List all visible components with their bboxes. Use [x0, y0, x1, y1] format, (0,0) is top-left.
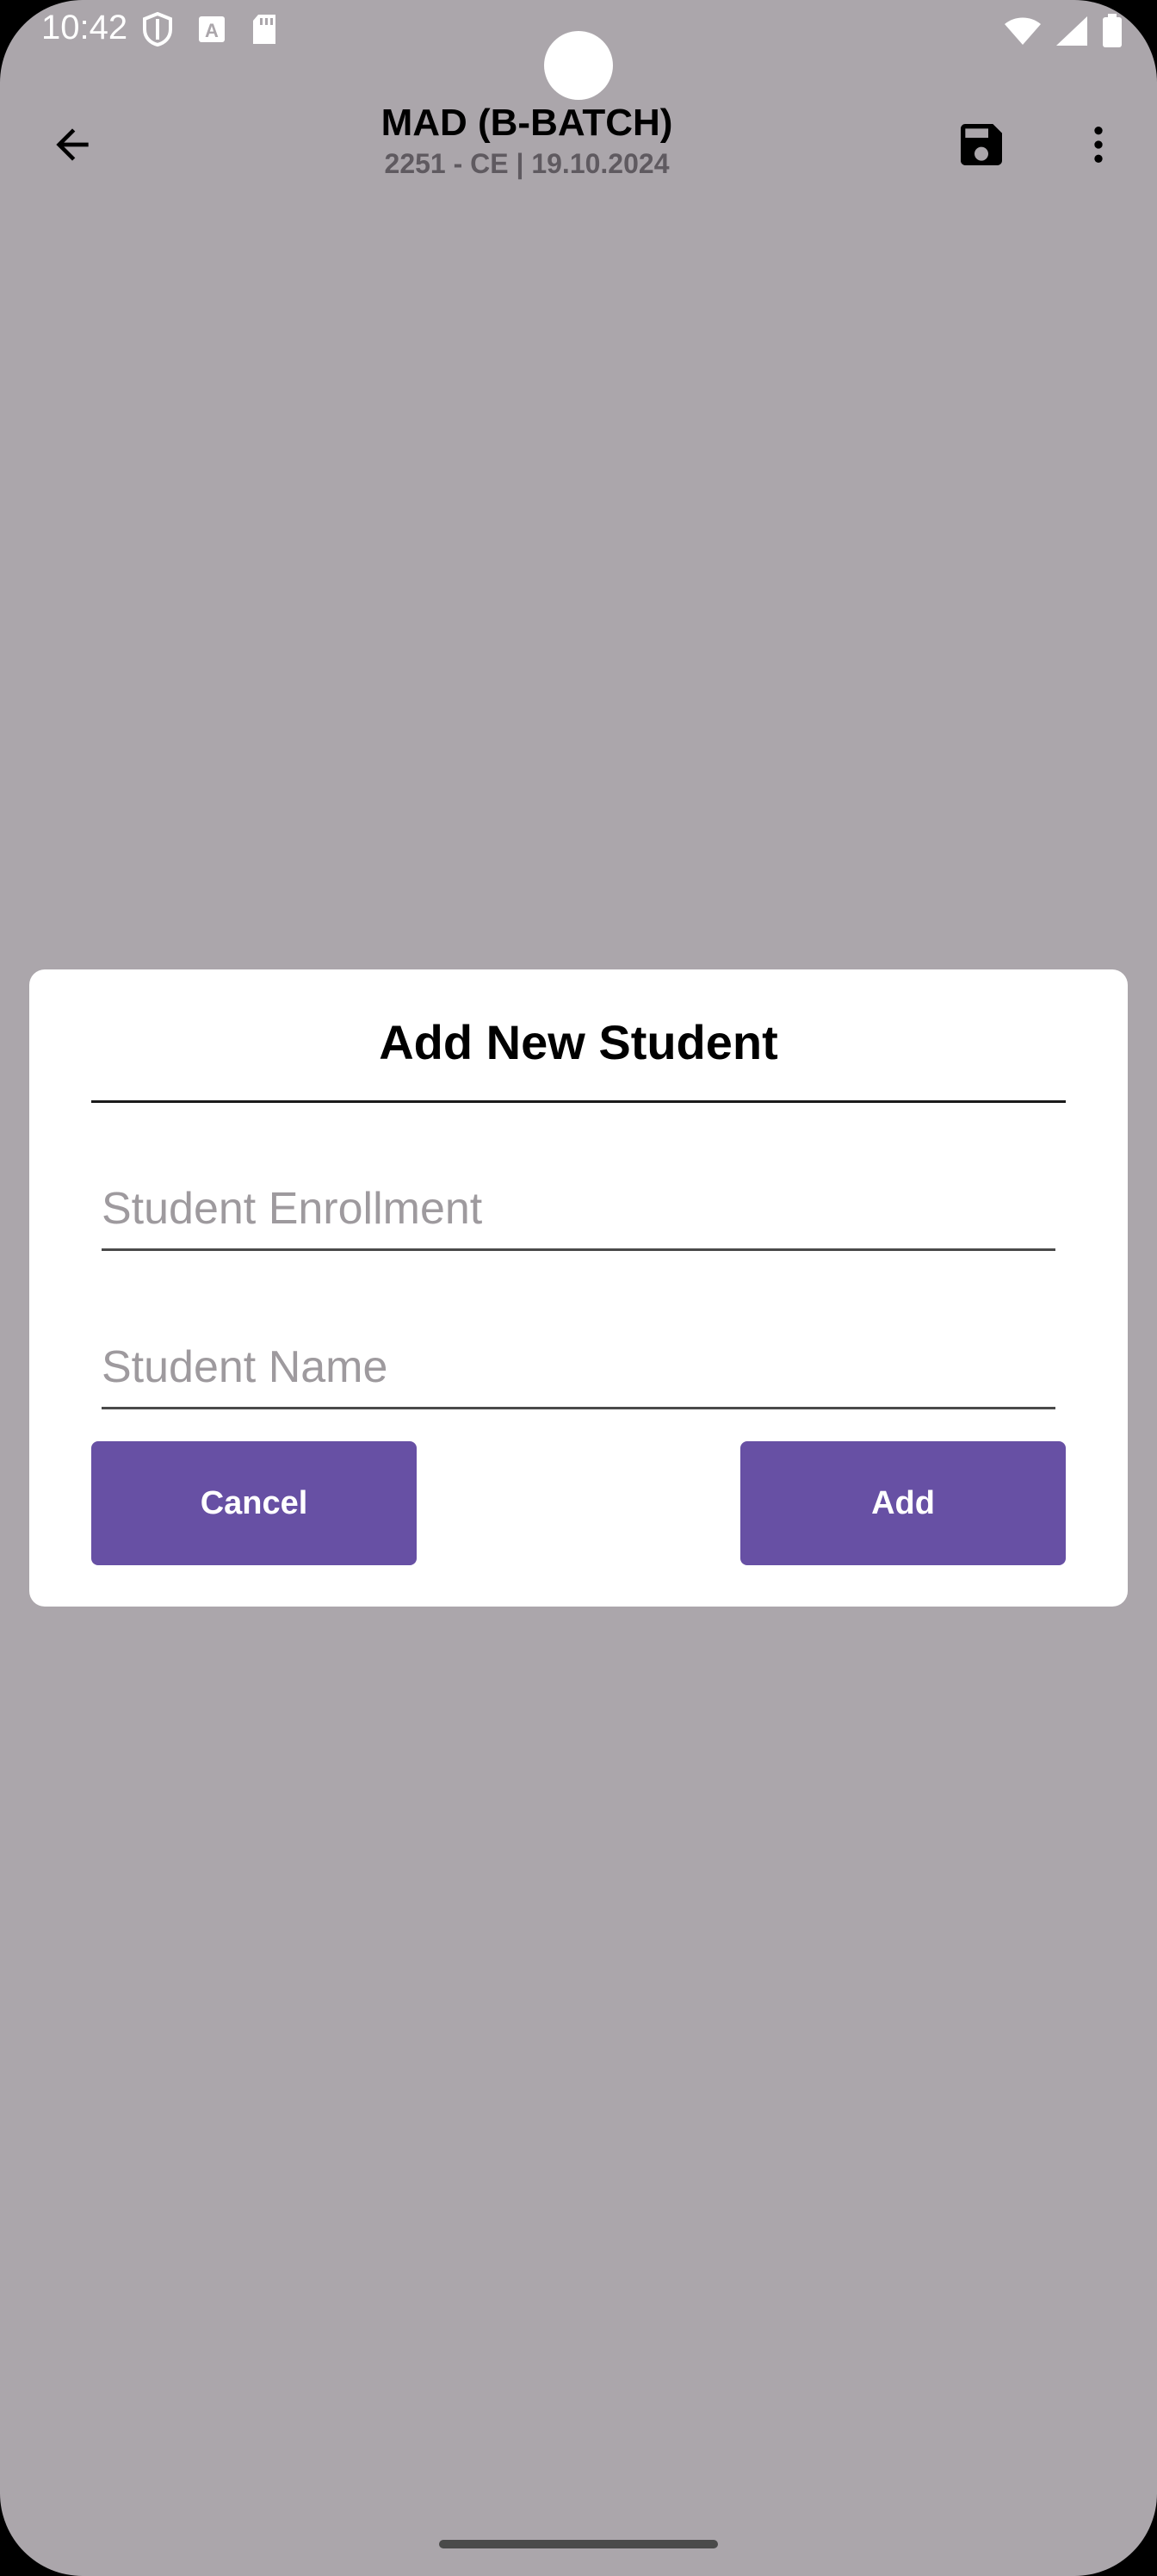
- student-enrollment-input[interactable]: [102, 1174, 1055, 1251]
- battery-icon: [1102, 14, 1123, 53]
- shield-icon: [143, 11, 172, 51]
- more-options-button[interactable]: [1064, 110, 1133, 179]
- more-vert-icon: [1094, 127, 1103, 163]
- gesture-nav-handle[interactable]: [439, 2540, 718, 2548]
- status-left-icons: A: [143, 11, 303, 51]
- student-name-input[interactable]: [102, 1333, 1055, 1409]
- status-time: 10:42: [41, 9, 128, 46]
- save-icon: [961, 124, 1002, 165]
- page-title: MAD (B-BATCH): [381, 102, 673, 144]
- app-bar: MAD (B-BATCH) 2251 - CE | 19.10.2024: [0, 86, 1157, 207]
- back-button[interactable]: [38, 110, 107, 179]
- svg-text:A: A: [205, 20, 219, 41]
- status-bar: 10:42 A: [0, 0, 1157, 100]
- save-button[interactable]: [947, 110, 1016, 179]
- page-subtitle: 2251 - CE | 19.10.2024: [384, 148, 670, 179]
- cancel-button[interactable]: Cancel: [91, 1441, 417, 1565]
- wifi-icon: [1004, 16, 1042, 50]
- dialog-title: Add New Student: [379, 1015, 778, 1069]
- status-right-icons: [990, 14, 1123, 53]
- arrow-back-icon: [56, 128, 89, 161]
- dialog-divider: [91, 1100, 1066, 1103]
- title-block: MAD (B-BATCH) 2251 - CE | 19.10.2024: [258, 100, 795, 181]
- signal-icon: [1055, 15, 1088, 51]
- sd-card-icon: [251, 14, 277, 49]
- add-button[interactable]: Add: [740, 1441, 1066, 1565]
- font-a-icon: A: [198, 15, 226, 47]
- screen: 10:42 A MAD (B-BATCH) 2251 - CE | 19.10.…: [0, 0, 1157, 2576]
- add-student-dialog: Add New Student Cancel Add: [29, 969, 1128, 1607]
